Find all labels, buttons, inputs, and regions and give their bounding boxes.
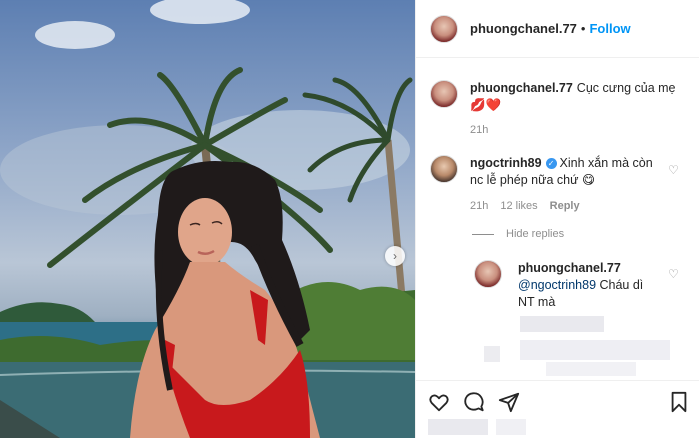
caption-emoji: 💋❤️ bbox=[470, 98, 502, 112]
action-bar bbox=[416, 380, 699, 420]
share-icon[interactable] bbox=[498, 391, 520, 413]
verified-badge-icon: ✓ bbox=[545, 158, 557, 169]
bookmark-icon[interactable] bbox=[668, 391, 690, 413]
comment-username[interactable]: ngoctrinh89 bbox=[470, 156, 542, 170]
post-photo[interactable]: › bbox=[0, 0, 415, 438]
comment-item: ngoctrinh89 ✓ Xinh xắn mà còn nc lễ phép n… bbox=[430, 155, 665, 212]
follow-button[interactable]: Follow bbox=[589, 21, 630, 36]
comment-text: ngoctrinh89 ✓ Xinh xắn mà còn nc lễ phép n… bbox=[470, 155, 665, 189]
blurred-content bbox=[484, 346, 500, 362]
caption-meta: 21h bbox=[470, 124, 690, 136]
separator-dot: • bbox=[580, 21, 586, 36]
comment-likes[interactable]: 12 likes bbox=[500, 200, 537, 212]
reply-username[interactable]: phuongchanel.77 bbox=[518, 261, 621, 275]
like-reply-heart-icon[interactable]: ♡ bbox=[668, 267, 679, 281]
caption-username[interactable]: phuongchanel.77 bbox=[470, 81, 573, 95]
blurred-content bbox=[520, 316, 604, 332]
avatar[interactable] bbox=[430, 155, 458, 183]
reply-text: phuongchanel.77 @ngoctrinh89 Cháu dì NT … bbox=[518, 260, 658, 311]
blurred-content bbox=[546, 362, 636, 376]
next-photo-button[interactable]: › bbox=[385, 246, 405, 266]
avatar[interactable] bbox=[474, 260, 502, 288]
divider-line bbox=[472, 233, 494, 235]
reply-item: phuongchanel.77 @ngoctrinh89 Cháu dì NT … bbox=[474, 260, 658, 311]
blurred-content bbox=[520, 340, 670, 360]
blurred-likes bbox=[428, 419, 488, 435]
comment-time[interactable]: 21h bbox=[470, 200, 488, 212]
comment-icon[interactable] bbox=[463, 391, 485, 413]
chevron-right-icon: › bbox=[393, 249, 397, 263]
comment-meta: 21h 12 likes Reply bbox=[470, 200, 665, 212]
caption-body: Cục cưng của mẹ bbox=[576, 81, 676, 95]
reply-mention[interactable]: @ngoctrinh89 bbox=[518, 278, 596, 292]
photo-scene bbox=[0, 0, 415, 438]
post-username[interactable]: phuongchanel.77 bbox=[470, 21, 577, 36]
hide-replies-label: Hide replies bbox=[506, 228, 565, 240]
avatar[interactable] bbox=[430, 80, 458, 108]
post-details-panel: phuongchanel.77 • Follow phuongchanel.77… bbox=[415, 0, 699, 438]
reply-button[interactable]: Reply bbox=[550, 200, 580, 212]
post-header: phuongchanel.77 • Follow bbox=[416, 0, 699, 58]
caption-time[interactable]: 21h bbox=[470, 124, 488, 136]
heart-icon[interactable] bbox=[428, 391, 450, 413]
avatar[interactable] bbox=[430, 14, 458, 43]
caption: phuongchanel.77 Cục cưng của mẹ 💋❤️ 21h bbox=[430, 80, 690, 136]
like-comment-heart-icon[interactable]: ♡ bbox=[668, 163, 679, 177]
blurred-likes bbox=[496, 419, 526, 435]
caption-text: phuongchanel.77 Cục cưng của mẹ 💋❤️ bbox=[470, 80, 690, 114]
hide-replies-button[interactable]: Hide replies bbox=[472, 228, 564, 240]
